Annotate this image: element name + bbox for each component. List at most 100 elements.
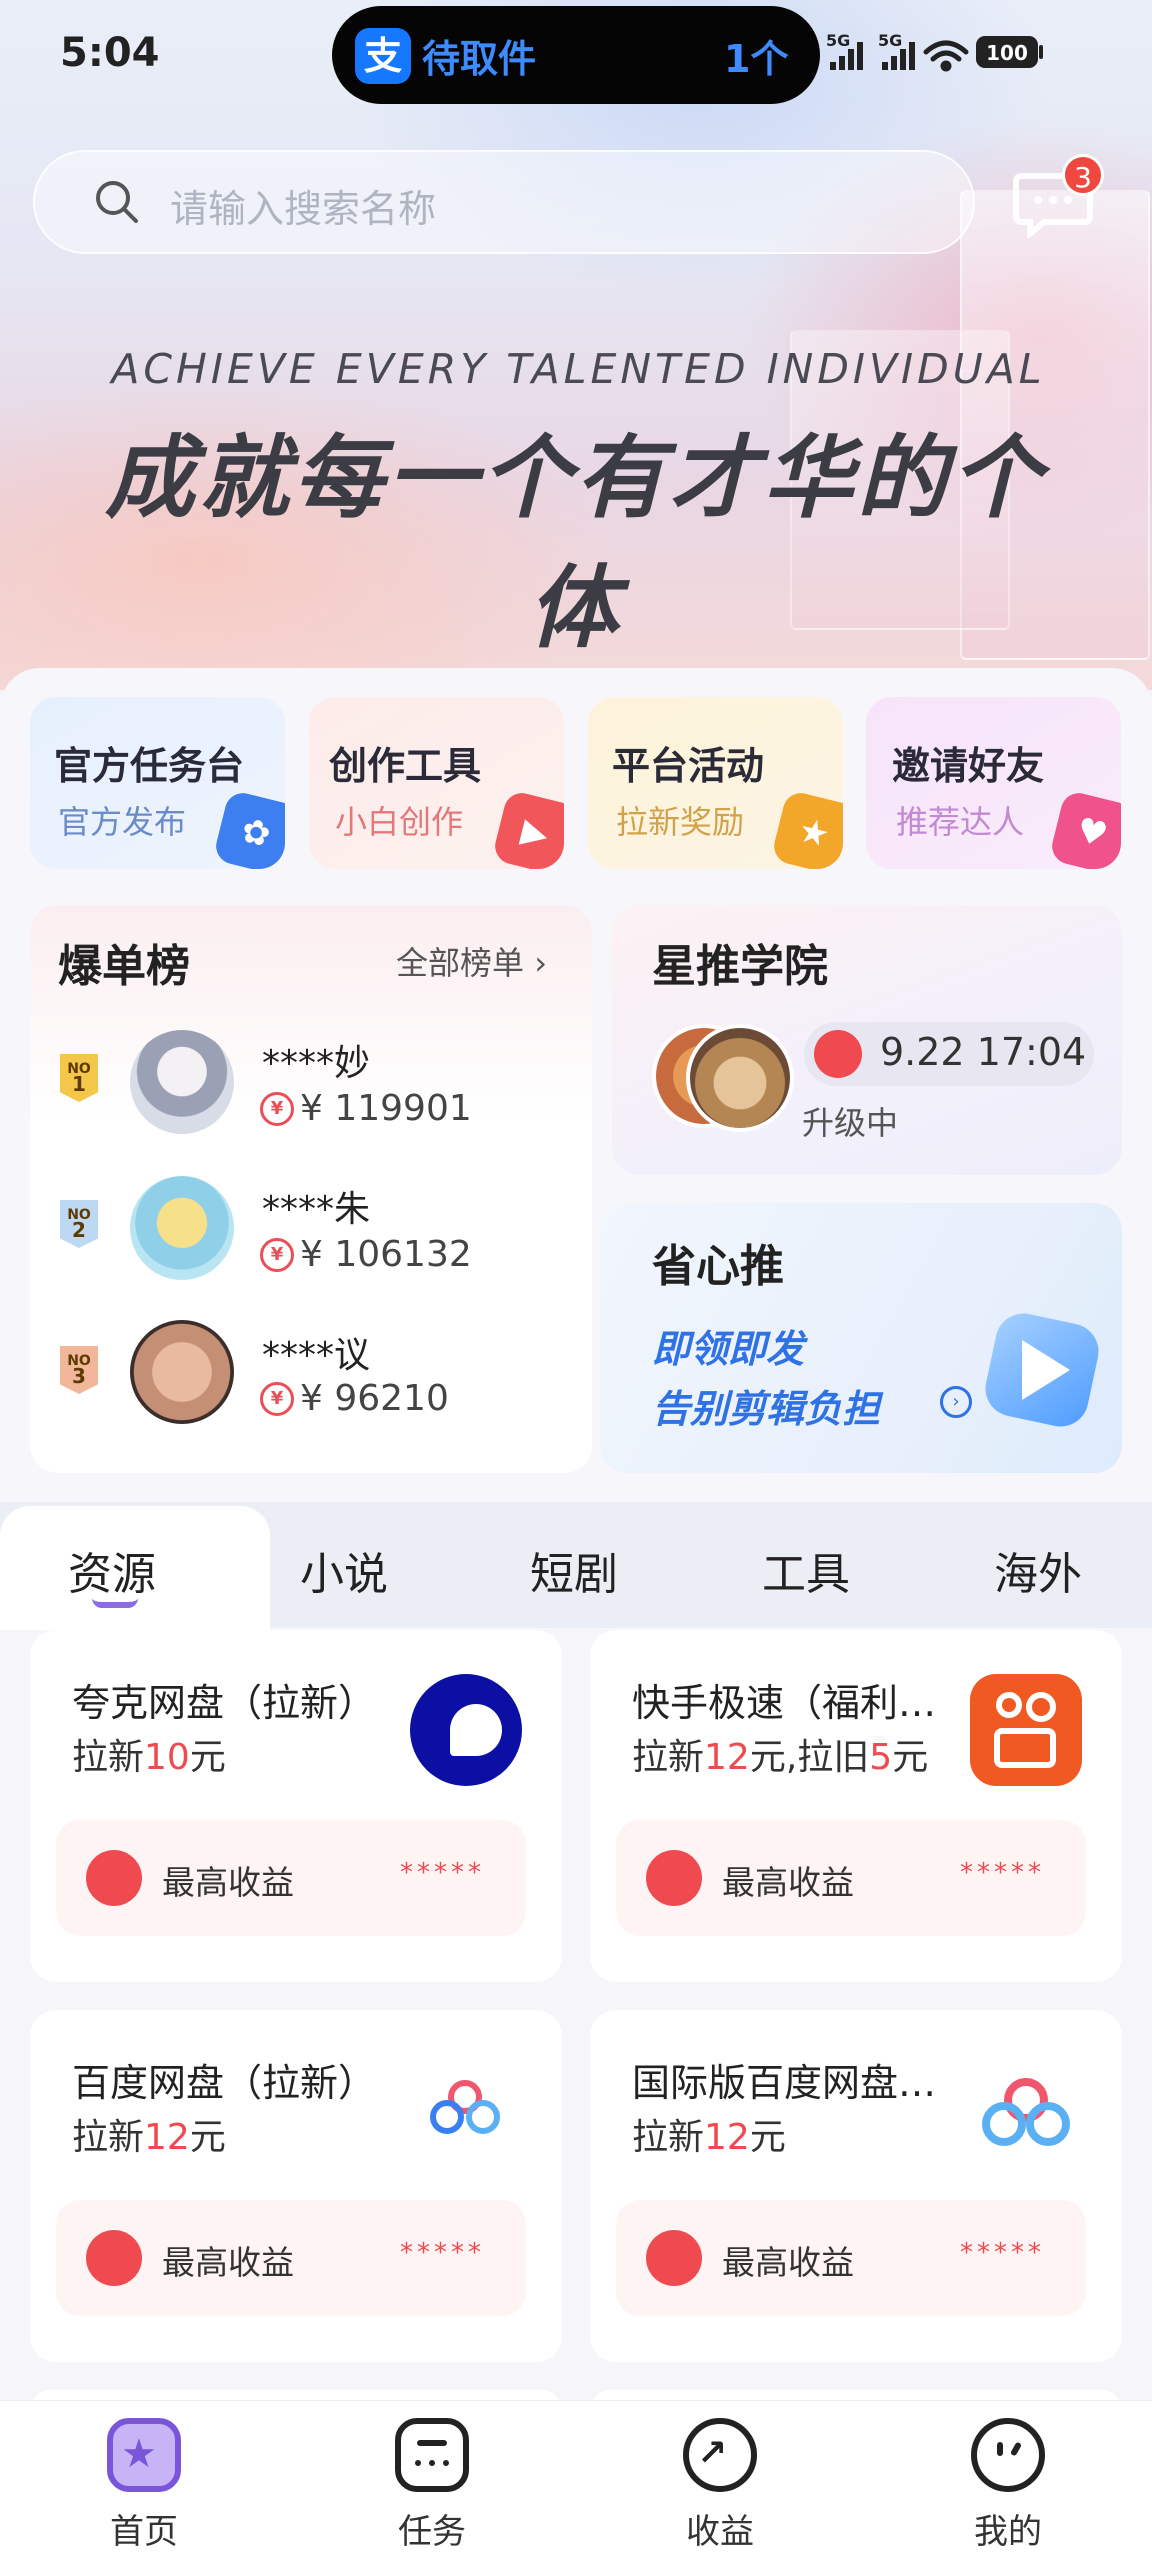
trend-icon: [86, 1850, 142, 1906]
live-time: 9.22 17:04: [880, 1030, 1087, 1074]
trend-icon: [86, 2230, 142, 2286]
heart-icon: ♥: [1048, 789, 1121, 869]
svg-text:100: 100: [986, 41, 1028, 65]
quick-action-subtitle: 官方发布: [58, 803, 187, 841]
max-earnings-label: 最高收益: [162, 1863, 294, 1902]
live-icon: [814, 1030, 862, 1078]
nav-profile[interactable]: 我的: [918, 2418, 1098, 2552]
resource-title: 快手极速（福利…: [632, 1681, 937, 1725]
resource-reward: 拉新12元: [632, 2117, 786, 2158]
wifi-icon: [923, 40, 969, 72]
tab-indicator: [92, 1598, 138, 1608]
nav-label: 我的: [974, 2512, 1042, 2552]
star-icon: ★: [770, 789, 843, 869]
search-input[interactable]: 请输入搜索名称: [170, 178, 436, 233]
island-count: 1个: [724, 37, 789, 81]
earnings-hidden: *****: [400, 1858, 485, 1888]
search-icon: [96, 181, 138, 223]
quick-action-invite-friends[interactable]: 邀请好友 推荐达人 ♥: [866, 697, 1121, 869]
arrow-right-icon: ›: [940, 1386, 972, 1418]
nav-label: 任务: [398, 2512, 466, 2552]
cluster-icon: ✿: [212, 789, 285, 869]
promo-line-2: 告别剪辑负担: [652, 1387, 881, 1431]
tab-tools[interactable]: 工具: [762, 1538, 850, 1602]
rank-1-medal: NO 1: [60, 1054, 98, 1102]
alipay-icon: 支: [355, 28, 411, 84]
nav-label: 收益: [686, 2512, 754, 2552]
leaderboard-name: ****妙: [262, 1043, 371, 1084]
tab-short-dramas[interactable]: 短剧: [530, 1538, 618, 1602]
max-earnings-bar: 最高收益 *****: [616, 2200, 1086, 2316]
leaderboard-all-label: 全部榜单: [396, 944, 525, 982]
hero-slogan-en: ACHIEVE EVERY TALENTED INDIVIDUAL: [111, 345, 1046, 393]
max-earnings-bar: 最高收益 *****: [56, 2200, 526, 2316]
tab-overseas[interactable]: 海外: [994, 1538, 1082, 1602]
task-icon: [395, 2418, 469, 2492]
leaderboard-amount: ¥ 119901: [300, 1088, 472, 1129]
quick-action-platform-events[interactable]: 平台活动 拉新奖励 ★: [588, 697, 843, 869]
earnings-hidden: *****: [400, 2238, 485, 2268]
avatar: [130, 1320, 234, 1424]
tab-novels[interactable]: 小说: [300, 1538, 388, 1602]
quick-action-title: 官方任务台: [54, 744, 245, 788]
nav-tasks[interactable]: 任务: [342, 2418, 522, 2552]
baidu-netdisk-logo-icon: [430, 2080, 500, 2136]
resource-reward: 拉新12元,拉旧5元: [632, 1737, 929, 1778]
yen-icon: ¥: [260, 1382, 294, 1416]
resource-title: 夸克网盘（拉新）: [72, 1681, 377, 1725]
leaderboard-name: ****朱: [262, 1189, 371, 1230]
status-icons: 5G 5G 100: [826, 31, 1043, 72]
quick-action-subtitle: 小白创作: [335, 803, 464, 841]
quark-logo-icon: [410, 1674, 522, 1786]
profile-icon: [971, 2418, 1045, 2492]
academy-title: 星推学院: [652, 941, 828, 992]
yen-icon: ¥: [260, 1092, 294, 1126]
resource-reward: 拉新10元: [72, 1737, 226, 1778]
quick-action-subtitle: 推荐达人: [896, 803, 1025, 841]
max-earnings-label: 最高收益: [722, 2243, 854, 2282]
max-earnings-label: 最高收益: [162, 2243, 294, 2282]
avatar: [130, 1030, 234, 1134]
quick-action-title: 平台活动: [612, 744, 765, 788]
quick-action-creation-tools[interactable]: 创作工具 小白创作 ▶: [309, 697, 564, 869]
battery-icon: 100: [976, 36, 1043, 68]
message-badge: 3: [1062, 154, 1104, 196]
baidu-netdisk-intl-logo-icon: [982, 2078, 1070, 2148]
trend-icon: ↗: [683, 2418, 757, 2492]
kuaishou-logo-icon: [970, 1674, 1082, 1786]
max-earnings-label: 最高收益: [722, 1863, 854, 1902]
signal-label: 5G: [878, 31, 902, 50]
quick-action-official-tasks[interactable]: 官方任务台 官方发布 ✿: [30, 697, 285, 869]
nav-earnings[interactable]: ↗ 收益: [630, 2418, 810, 2552]
avatar: [130, 1176, 234, 1280]
resource-card[interactable]: 快手极速（福利… 拉新12元,拉旧5元 最高收益 *****: [590, 1630, 1122, 1982]
earnings-hidden: *****: [960, 2238, 1045, 2268]
avatar: [686, 1024, 794, 1132]
leaderboard-amount: ¥ 106132: [300, 1234, 472, 1275]
play-icon: ▶: [491, 789, 564, 869]
tab-resources[interactable]: 资源: [68, 1538, 156, 1602]
leaderboard-amount: ¥ 96210: [300, 1378, 449, 1419]
quick-action-subtitle: 拉新奖励: [616, 803, 745, 841]
resource-card[interactable]: 夸克网盘（拉新） 拉新10元 最高收益 *****: [30, 1630, 562, 1982]
promo-title: 省心推: [652, 1241, 784, 1292]
yen-icon: ¥: [260, 1238, 294, 1272]
resource-card[interactable]: 国际版百度网盘… 拉新12元 最高收益 *****: [590, 2010, 1122, 2362]
chevron-right-icon: ›: [534, 944, 547, 982]
nav-label: 首页: [110, 2512, 178, 2552]
max-earnings-bar: 最高收益 *****: [616, 1820, 1086, 1936]
academy-status: 升级中: [802, 1104, 899, 1142]
home-star-icon: ★: [107, 2418, 181, 2492]
resource-title: 百度网盘（拉新）: [72, 2061, 377, 2105]
status-time: 5:04: [60, 30, 160, 76]
promo-line-1: 即领即发: [652, 1327, 805, 1371]
hero-slogan-cn: 成就每一个有才华的个体: [105, 426, 1045, 661]
nav-home[interactable]: ★ 首页: [54, 2418, 234, 2552]
rank-3-medal: NO 3: [60, 1346, 98, 1394]
play-triangle-icon: [1022, 1340, 1070, 1400]
resource-title: 国际版百度网盘…: [632, 2061, 937, 2105]
quick-action-title: 创作工具: [329, 744, 482, 788]
trend-icon: [646, 1850, 702, 1906]
leaderboard-all-link[interactable]: 全部榜单 ›: [396, 938, 547, 984]
resource-card[interactable]: 百度网盘（拉新） 拉新12元 最高收益 *****: [30, 2010, 562, 2362]
